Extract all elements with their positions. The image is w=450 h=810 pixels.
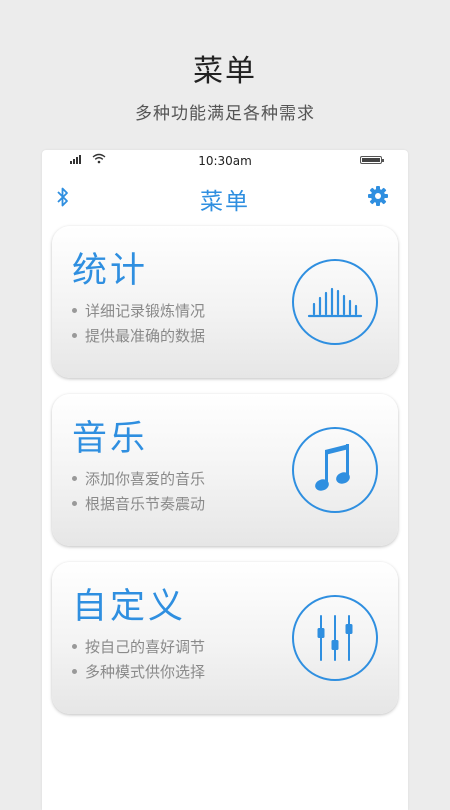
status-bar: 10:30am <box>42 150 408 172</box>
equalizer-icon <box>292 595 378 681</box>
bar-chart-icon <box>292 259 378 345</box>
card-line-text: 根据音乐节奏震动 <box>85 495 206 513</box>
nav-bar: 菜单 <box>42 178 408 218</box>
card-line: 按自己的喜好调节 <box>72 636 205 657</box>
promo-subtitle: 多种功能满足各种需求 <box>135 104 315 124</box>
card-line: 多种模式供你选择 <box>72 661 205 682</box>
promo-title: 菜单 <box>193 54 257 89</box>
card-title: 统计 <box>72 251 149 291</box>
status-time: 10:30am <box>198 154 252 168</box>
card-title: 自定义 <box>72 587 187 627</box>
card-line: 根据音乐节奏震动 <box>72 493 205 514</box>
card-custom[interactable]: 自定义 按自己的喜好调节 多种模式供你选择 <box>52 562 398 714</box>
card-line: 添加你喜爱的音乐 <box>72 468 205 489</box>
battery-icon <box>360 156 384 164</box>
music-note-icon <box>292 427 378 513</box>
phone-screen: 10:30am 菜单 统计 详细记录锻炼情况 提供最准确的数据 音乐 添加你喜爱… <box>42 150 408 810</box>
card-line: 提供最准确的数据 <box>72 325 205 346</box>
card-title: 音乐 <box>72 419 149 459</box>
card-line-text: 多种模式供你选择 <box>85 663 206 681</box>
card-music[interactable]: 音乐 添加你喜爱的音乐 根据音乐节奏震动 <box>52 394 398 546</box>
card-line-text: 添加你喜爱的音乐 <box>85 470 206 488</box>
card-line-text: 提供最准确的数据 <box>85 327 206 345</box>
card-line-text: 按自己的喜好调节 <box>85 638 206 656</box>
card-statistics[interactable]: 统计 详细记录锻炼情况 提供最准确的数据 <box>52 226 398 378</box>
gear-icon[interactable] <box>367 185 389 207</box>
card-line: 详细记录锻炼情况 <box>72 300 205 321</box>
nav-title: 菜单 <box>200 189 250 215</box>
card-line-text: 详细记录锻炼情况 <box>85 302 206 320</box>
